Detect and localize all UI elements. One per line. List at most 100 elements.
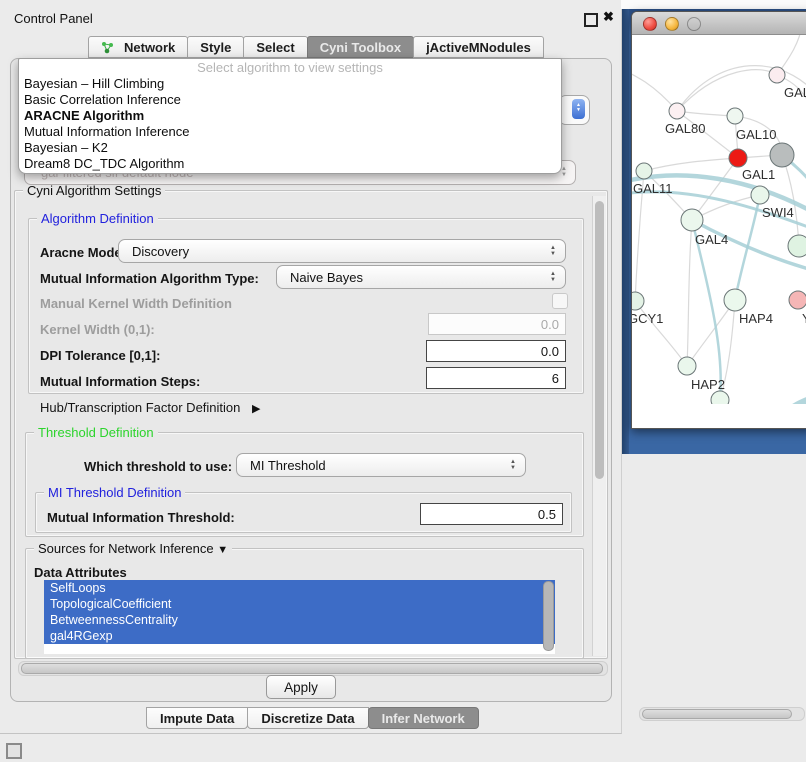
node-label-gal10: GAL10	[736, 127, 776, 142]
hub-definition-toggle[interactable]: Hub/Transcription Factor Definition ▶	[40, 400, 260, 415]
network-node-gal11[interactable]	[636, 163, 652, 179]
aracne-mode-value: Discovery	[132, 244, 189, 259]
mi-threshold-field[interactable]: 0.5	[420, 503, 563, 525]
settings-vertical-scrollbar[interactable]	[592, 196, 606, 656]
algorithm-combo-fragment[interactable]: ▲▼	[558, 95, 590, 125]
network-node-gal10[interactable]	[727, 108, 743, 124]
dpi-tolerance-label: DPI Tolerance [0,1]:	[40, 348, 160, 363]
tab-cyni-toolbox[interactable]: Cyni Toolbox	[307, 36, 414, 58]
tab-jactivemnodules[interactable]: jActiveMNodules	[413, 36, 544, 58]
network-edge[interactable]	[687, 300, 735, 366]
chevron-updown-icon: ▲▼	[561, 166, 567, 178]
desktop-edge-shade	[622, 9, 629, 454]
bottom-tab-impute-data[interactable]: Impute Data	[146, 707, 248, 729]
mi-steps-field[interactable]: 6	[426, 367, 566, 389]
node-label-gal4: GAL4	[695, 232, 728, 247]
network-edge[interactable]	[772, 394, 806, 404]
network-edge[interactable]	[735, 195, 760, 300]
network-edge[interactable]	[687, 220, 692, 366]
mi-type-value: Naive Bayes	[290, 270, 363, 285]
traffic-light-minimize-icon[interactable]	[665, 17, 679, 31]
which-threshold-combo[interactable]: MI Threshold ▲▼	[236, 453, 526, 477]
attribute-item-topologicalcoefficient[interactable]: TopologicalCoefficient	[44, 596, 555, 612]
algorithm-option-mutual-information-inference[interactable]: Mutual Information Inference	[19, 124, 561, 140]
close-icon[interactable]: ✖	[603, 9, 614, 25]
network-node-swi4[interactable]	[751, 186, 769, 204]
expand-right-triangle-icon[interactable]: ▶	[252, 402, 260, 415]
threshold-definition-title: Threshold Definition	[34, 425, 158, 440]
network-window-titlebar[interactable]	[632, 12, 806, 35]
scrollbar-thumb[interactable]	[642, 709, 792, 719]
network-node-gcy1[interactable]	[632, 292, 644, 310]
kernel-width-field[interactable]: 0.0	[428, 313, 566, 335]
sources-title-text: Sources for Network Inference	[38, 541, 214, 556]
network-node-gal1[interactable]	[729, 149, 747, 167]
bottom-tab-discretize-data[interactable]: Discretize Data	[247, 707, 368, 729]
scrollbar-thumb[interactable]	[595, 201, 604, 479]
network-edge[interactable]	[632, 67, 677, 111]
algorithm-option-basic-correlation-inference[interactable]: Basic Correlation Inference	[19, 92, 561, 108]
float-window-icon[interactable]	[584, 13, 598, 27]
network-edge[interactable]	[692, 158, 738, 220]
aracne-mode-label: Aracne Mode:	[40, 245, 126, 260]
tab-label: Select	[256, 40, 294, 55]
network-node-y[interactable]	[789, 291, 806, 309]
tab-network[interactable]: Network	[88, 36, 188, 58]
network-edge[interactable]	[777, 75, 806, 132]
settings-group-title: Cyni Algorithm Settings	[23, 183, 165, 198]
manual-kernel-checkbox[interactable]	[552, 293, 568, 309]
network-node[interactable]	[788, 235, 806, 257]
data-attributes-label: Data Attributes	[34, 565, 127, 580]
algorithm-dropdown-list: Select algorithm to view settings Bayesi…	[18, 58, 562, 174]
tab-label: Style	[200, 40, 231, 55]
algorithm-option-bayesian-k2[interactable]: Bayesian – K2	[19, 140, 561, 156]
control-panel-window: Control Panel ✖ Network Style Select Cyni T…	[0, 0, 622, 734]
network-node-hap4[interactable]	[724, 289, 746, 311]
control-panel-title: Control Panel	[14, 11, 93, 26]
mi-type-label: Mutual Information Algorithm Type:	[40, 271, 259, 286]
attribute-item-betweennesscentrality[interactable]: BetweennessCentrality	[44, 612, 555, 628]
collapse-down-triangle-icon[interactable]: ▼	[217, 543, 228, 558]
network-node-gal80[interactable]	[669, 103, 685, 119]
chevron-updown-icon: ▲▼	[550, 245, 556, 257]
network-edge[interactable]	[677, 70, 777, 111]
grid-corner-icon[interactable]	[6, 743, 22, 759]
apply-button[interactable]: Apply	[266, 675, 336, 699]
network-tab-icon	[101, 41, 119, 54]
network-node[interactable]	[770, 143, 794, 167]
traffic-light-close-icon[interactable]	[643, 17, 657, 31]
network-edge[interactable]	[692, 220, 721, 400]
scrollbar-thumb[interactable]	[21, 663, 603, 674]
attributes-scrollbar[interactable]	[543, 581, 553, 652]
scrollbar-thumb[interactable]	[543, 581, 554, 651]
settings-horizontal-scrollbar[interactable]	[18, 661, 608, 676]
attribute-item-selfloops[interactable]: SelfLoops	[44, 580, 555, 596]
network-canvas[interactable]: GALGAL80GAL10GAL1GAL11SWI4GAL4GCY1HAP4YH…	[632, 12, 806, 407]
traffic-light-zoom-icon[interactable]	[687, 17, 701, 31]
network-node-gal4[interactable]	[681, 209, 703, 231]
stepper-icon[interactable]: ▲▼	[572, 99, 585, 119]
algorithm-option-dream8-dc-tdc-algorithm[interactable]: Dream8 DC_TDC Algorithm	[19, 156, 561, 172]
tab-select[interactable]: Select	[243, 36, 307, 58]
bottom-tabs: Impute DataDiscretize DataInfer Network	[146, 707, 478, 730]
aracne-mode-combo[interactable]: Discovery ▲▼	[118, 239, 566, 263]
which-threshold-value: MI Threshold	[250, 458, 326, 473]
algorithm-option-bayesian-hill-climbing[interactable]: Bayesian – Hill Climbing	[19, 76, 561, 92]
network-node-hap2[interactable]	[678, 357, 696, 375]
network-view-window: GALGAL80GAL10GAL1GAL11SWI4GAL4GCY1HAP4YH…	[631, 11, 806, 429]
network-node[interactable]	[711, 391, 729, 404]
dpi-tolerance-field[interactable]: 0.0	[426, 340, 566, 362]
network-edge[interactable]	[677, 111, 735, 116]
network-edge[interactable]	[644, 158, 738, 171]
table-horizontal-scrollbar[interactable]	[639, 707, 805, 721]
sources-group-title[interactable]: Sources for Network Inference ▼	[34, 541, 232, 558]
mi-type-combo[interactable]: Naive Bayes ▲▼	[276, 265, 566, 289]
attribute-item-gal4rgexp[interactable]: gal4RGexp	[44, 628, 555, 644]
network-graph[interactable]: GALGAL80GAL10GAL1GAL11SWI4GAL4GCY1HAP4YH…	[632, 12, 806, 404]
bottom-tab-infer-network[interactable]: Infer Network	[368, 707, 479, 729]
tab-style[interactable]: Style	[187, 36, 244, 58]
algorithm-option-aracne-algorithm[interactable]: ARACNE Algorithm	[19, 108, 561, 124]
dropdown-items: Bayesian – Hill ClimbingBasic Correlatio…	[19, 76, 561, 172]
mi-threshold-label: Mutual Information Threshold:	[47, 510, 235, 525]
network-node-gal[interactable]	[769, 67, 785, 83]
